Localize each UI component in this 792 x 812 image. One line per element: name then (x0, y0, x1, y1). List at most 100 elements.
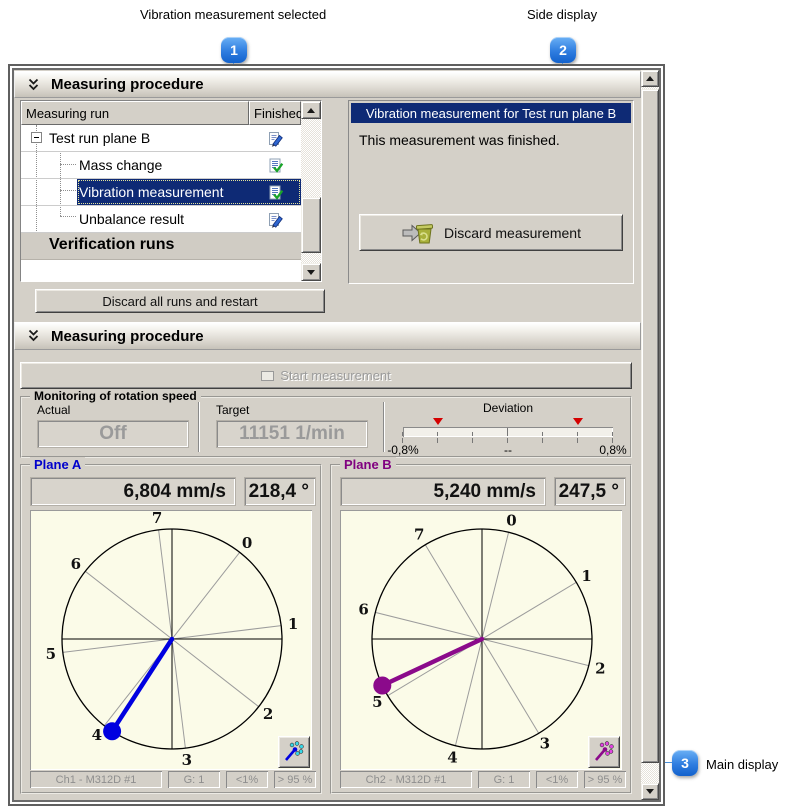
plane-b-status-cell: > 95 % (584, 771, 626, 788)
rotation-speed-monitor-group: Monitoring of rotation speed Actual Off … (20, 389, 632, 458)
side-display-panel: Vibration measurement for Test run plane… (348, 100, 634, 284)
plane-a-group: Plane A 6,804 mm/s 218,4 ° 0 1 2 3 4 5 6 7 Ch1 - M… (20, 457, 322, 794)
tree-expander-minus[interactable] (31, 132, 42, 143)
finished-status-icon (249, 152, 301, 178)
plane-a-polar-view-button[interactable] (278, 736, 310, 768)
panel-header-measuring-procedure-top[interactable]: Measuring procedure (14, 71, 641, 98)
plane-b-title: Plane B (340, 457, 396, 472)
plane-a-polar-chart-area: 0 1 2 3 4 5 6 7 (30, 509, 312, 770)
svg-text:7: 7 (152, 510, 162, 527)
discard-measurement-button[interactable]: Discard measurement (359, 214, 623, 251)
svg-text:1: 1 (288, 615, 298, 633)
vibration-vector (109, 636, 175, 734)
discard-measurement-label: Discard measurement (444, 224, 581, 241)
application-window: Measuring procedure Measuring run Finish… (8, 64, 665, 806)
plane-a-status-cell: G: 1 (168, 771, 220, 788)
deviation-label: Deviation (482, 401, 534, 415)
tree-item-label: Mass change (79, 157, 163, 173)
target-label: Target (216, 403, 250, 417)
main-scrollbar-thumb[interactable] (641, 89, 659, 763)
column-header-finished[interactable]: Finished (249, 101, 303, 125)
vibration-vector (380, 636, 485, 688)
side-panel-title: Vibration measurement for Test run plane… (351, 103, 631, 123)
plane-a-title: Plane A (30, 457, 86, 472)
tree-header: Measuring run Finished (21, 101, 303, 125)
svg-text:0: 0 (506, 512, 516, 530)
svg-text:4: 4 (92, 726, 102, 744)
svg-text:2: 2 (263, 705, 273, 723)
tree-item-unbalance-result[interactable]: Unbalance result (21, 206, 301, 233)
svg-text:5: 5 (372, 693, 382, 711)
tree-item-label: Unbalance result (79, 211, 185, 227)
tree-item-verification-runs[interactable]: Verification runs (21, 233, 301, 260)
plane-a-amplitude-display: 6,804 mm/s (30, 477, 236, 506)
collapse-chevron-icon (28, 329, 39, 342)
separator (198, 402, 200, 452)
panel-title: Measuring procedure (51, 76, 204, 93)
plane-b-status-cell: Ch2 - M312D #1 (340, 771, 472, 788)
edit-pencil-icon (268, 212, 283, 228)
svg-text:3: 3 (182, 751, 192, 769)
tree-item-label: Test run plane B (49, 130, 151, 146)
deviation-scale-bar (402, 427, 613, 437)
discard-recycle-icon (402, 223, 434, 243)
tree-scroll-down-button[interactable] (301, 263, 321, 281)
tree-item-test-run-plane-b[interactable]: Test run plane B (21, 125, 301, 152)
svg-text:6: 6 (71, 555, 81, 573)
tree-item-vibration-measurement[interactable]: Vibration measurement (21, 179, 301, 206)
callout-bubble-1: 1 (221, 37, 247, 63)
callout-label-1: Vibration measurement selected (140, 7, 327, 22)
plane-b-polar-view-button[interactable] (588, 736, 620, 768)
actual-speed-display: Off (37, 420, 189, 448)
tree-item-label: Verification runs (49, 236, 175, 253)
column-header-measuring-run[interactable]: Measuring run (21, 101, 249, 125)
tree-scrollbar-thumb[interactable] (301, 197, 321, 253)
start-measurement-icon (261, 370, 275, 381)
callout-bubble-2: 2 (550, 37, 576, 63)
panel-header-measuring-procedure-bottom[interactable]: Measuring procedure (14, 322, 641, 350)
plane-a-status-cell: > 95 % (274, 771, 316, 788)
start-measurement-label: Start measurement (280, 368, 391, 383)
svg-text:7: 7 (414, 525, 424, 543)
deviation-min-label: -0,8% (387, 443, 419, 457)
plane-b-status-bar: Ch2 - M312D #1 G: 1 <1% > 95 % (340, 771, 626, 788)
tree-item-label: Vibration measurement (79, 184, 224, 200)
polar-plot-icon (595, 741, 614, 761)
finished-status-icon (249, 125, 301, 151)
svg-text:1: 1 (581, 567, 591, 585)
deviation-limit-marker-icon (433, 418, 444, 425)
vibration-vector-dot (103, 722, 122, 741)
up-arrow-icon (646, 72, 654, 81)
finished-status-icon (249, 179, 301, 205)
discard-all-runs-button[interactable]: Discard all runs and restart (35, 289, 325, 313)
tree-scrollbar[interactable] (301, 101, 321, 281)
actual-label: Actual (37, 403, 71, 417)
svg-text:6: 6 (358, 601, 368, 619)
plane-a-status-cell: <1% (226, 771, 268, 788)
polar-chart: 0 1 2 3 4 5 6 7 (46, 509, 299, 769)
svg-text:4: 4 (447, 748, 457, 766)
polar-chart: 0 1 2 3 4 5 6 7 (358, 512, 605, 767)
deviation-max-label: 0,8% (599, 443, 627, 457)
tree-item-mass-change[interactable]: Mass change (21, 152, 301, 179)
callout-label-2: Side display (527, 7, 598, 22)
collapse-chevron-icon (28, 78, 39, 90)
measurement-status-text: This measurement was finished. (359, 132, 560, 148)
svg-text:2: 2 (595, 660, 605, 678)
finished-check-icon (269, 158, 283, 173)
main-scrollbar[interactable] (641, 70, 659, 800)
edit-pencil-icon (268, 131, 283, 147)
deviation-limit-marker-icon (572, 418, 583, 425)
start-measurement-button[interactable]: Start measurement (20, 362, 632, 389)
plane-b-status-cell: <1% (536, 771, 578, 788)
target-speed-display: 11151 1/min (216, 420, 368, 448)
svg-text:3: 3 (540, 735, 550, 753)
measuring-run-tree[interactable]: Measuring run Finished Test run plane B … (20, 100, 322, 282)
main-scroll-down-button[interactable] (641, 783, 659, 800)
tree-scroll-up-button[interactable] (301, 101, 321, 119)
main-scroll-up-button[interactable] (641, 70, 659, 87)
up-arrow-icon (307, 104, 315, 113)
plane-b-polar-chart-area: 0 1 2 3 4 5 6 7 (340, 510, 622, 770)
plane-b-status-cell: G: 1 (478, 771, 530, 788)
deviation-mid-label: -- (504, 443, 512, 457)
